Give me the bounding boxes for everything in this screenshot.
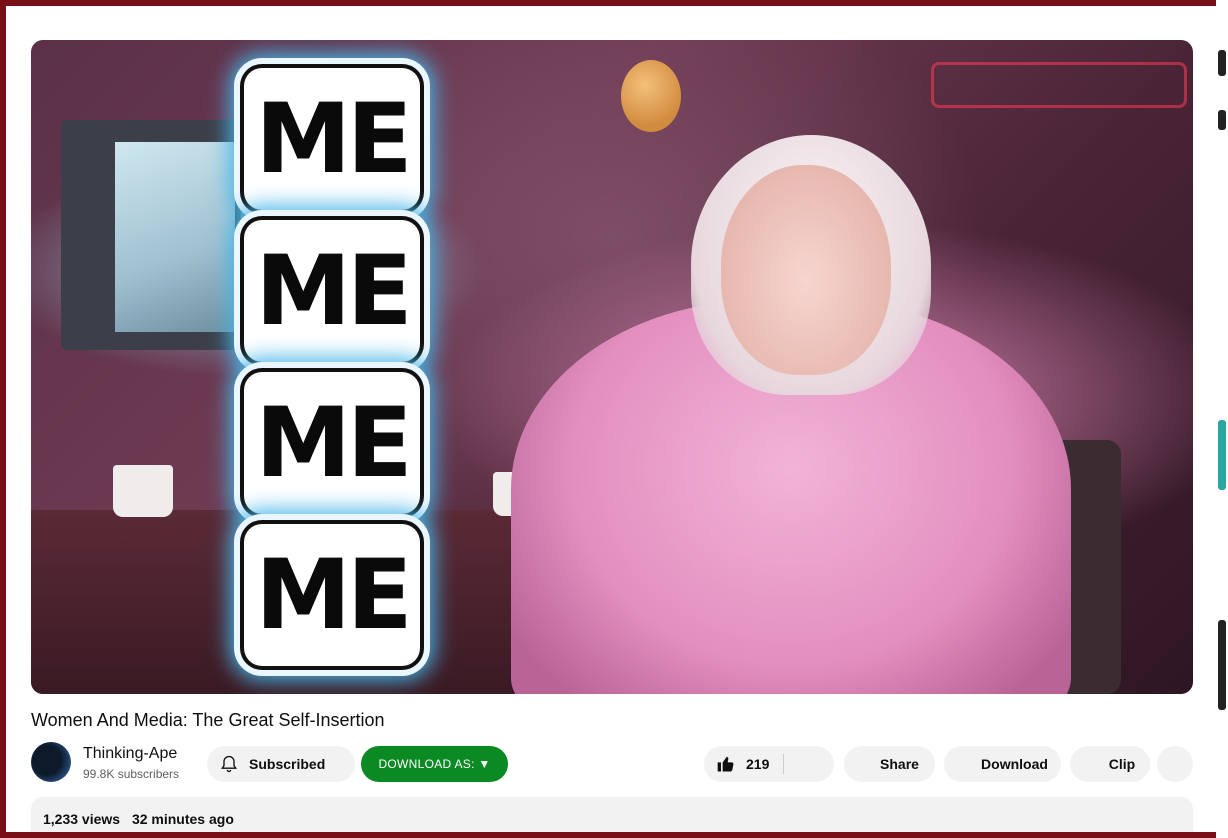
overlay-word: ME [244,220,420,362]
video-meta: 1,233 views 32 minutes ago [43,811,234,827]
like-count: 219 [746,756,770,772]
channel-name[interactable]: Thinking-Ape [83,745,177,763]
bell-icon [221,755,237,773]
download-as-label: DOWNLOAD AS: ▼ [378,757,491,771]
upload-time: 32 minutes ago [131,811,234,827]
download-label: Download [981,756,1048,772]
mug [113,465,173,517]
balloon [621,60,681,132]
download-as-button[interactable]: DOWNLOAD AS: ▼ [361,746,508,782]
overlay-word: ME [244,68,420,210]
overlay-text-stack: ME ME ME ME [244,68,424,676]
character-face [721,165,891,375]
thumbs-up-icon [717,756,734,772]
description-box[interactable]: 1,233 views 32 minutes ago [31,797,1193,832]
sidebar-edge [1216,0,1228,838]
overlay-word: ME [244,372,420,514]
subscribed-button[interactable]: Subscribed [207,746,355,782]
like-dislike-divider [783,754,784,774]
background-monitor [61,120,241,350]
neon-sign [931,62,1187,108]
share-button[interactable]: Share [844,746,935,782]
overlay-word: ME [244,524,420,666]
video-player[interactable]: ME ME ME ME [31,40,1193,694]
more-actions-button[interactable] [1157,746,1193,782]
download-button[interactable]: Download [944,746,1061,782]
video-title: Women And Media: The Great Self-Insertio… [31,710,385,730]
subscribed-label: Subscribed [249,756,326,772]
clip-button[interactable]: Clip [1070,746,1150,782]
view-count: 1,233 views [43,811,121,827]
video-page: ME ME ME ME Women And Media: The Great S… [6,6,1216,832]
channel-avatar[interactable] [31,742,71,782]
subscriber-count: 99.8K subscribers [83,767,180,781]
clip-label: Clip [1108,756,1136,772]
like-button[interactable]: 219 [704,746,834,782]
share-label: Share [880,756,919,772]
